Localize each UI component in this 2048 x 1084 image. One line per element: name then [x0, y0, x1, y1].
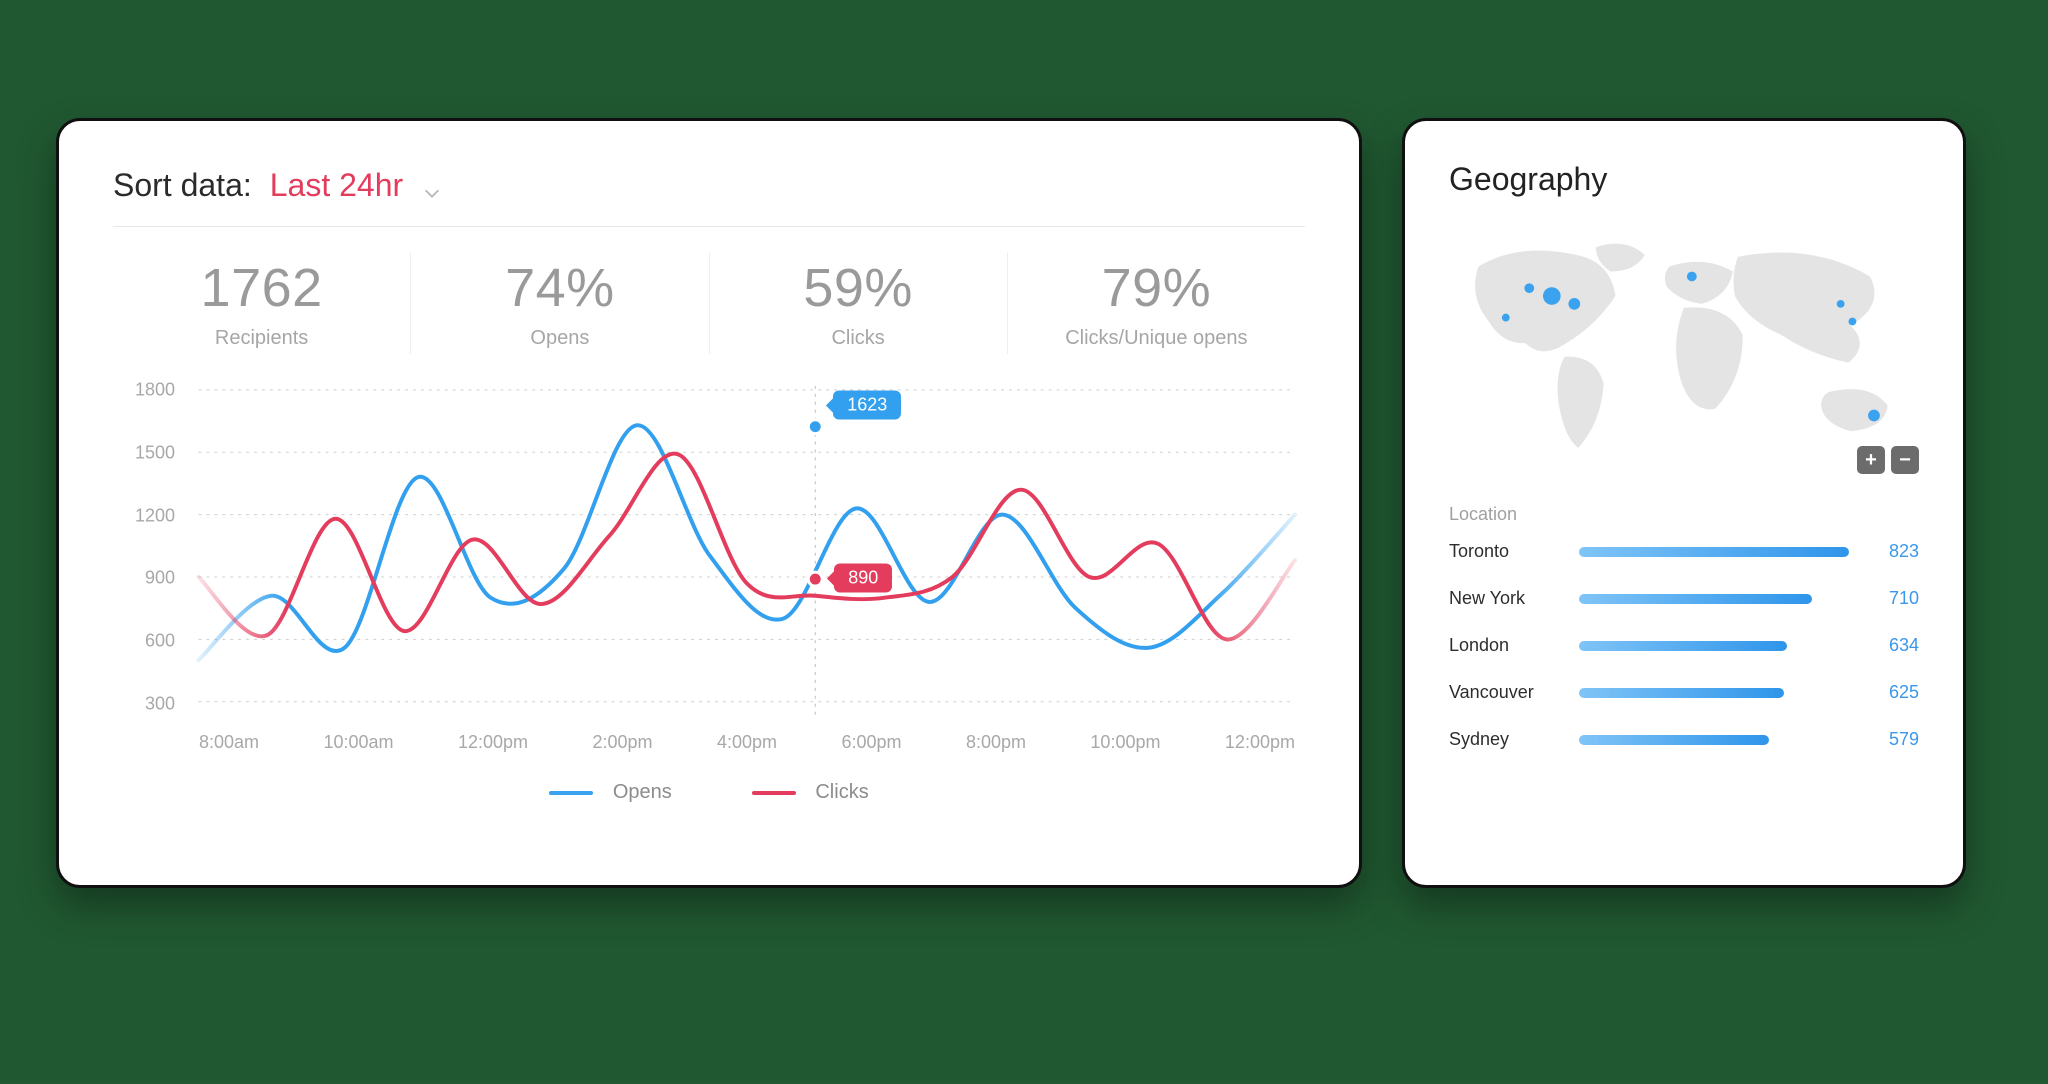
location-value: 634: [1867, 635, 1919, 656]
metric-value: 1762: [123, 257, 400, 319]
chevron-down-icon: [421, 175, 443, 197]
legend-opens: Opens: [549, 781, 672, 804]
metric-clicks: 59% Clicks: [709, 253, 1007, 354]
location-row[interactable]: Toronto 823: [1449, 541, 1919, 562]
line-chart[interactable]: 300600900120015001800 1623 890: [113, 372, 1305, 722]
location-bar: [1579, 594, 1849, 604]
location-row[interactable]: New York 710: [1449, 588, 1919, 609]
legend-swatch-red: [752, 791, 796, 795]
location-row[interactable]: London 634: [1449, 635, 1919, 656]
location-list: Toronto 823 New York 710 London 634 Vancouver 6…: [1449, 541, 1919, 750]
location-name: Vancouver: [1449, 682, 1561, 703]
x-tick: 6:00pm: [841, 732, 901, 753]
location-value: 823: [1867, 541, 1919, 562]
location-value: 579: [1867, 729, 1919, 750]
sort-dropdown[interactable]: Sort data: Last 24hr: [113, 167, 1305, 227]
x-tick: 8:00pm: [966, 732, 1026, 753]
legend-label: Clicks: [815, 781, 868, 803]
zoom-in-button[interactable]: +: [1857, 446, 1885, 474]
location-value: 625: [1867, 682, 1919, 703]
metric-label: Opens: [421, 327, 698, 350]
geography-title: Geography: [1449, 161, 1919, 198]
location-name: Toronto: [1449, 541, 1561, 562]
chart-legend: Opens Clicks: [113, 781, 1305, 804]
location-bar: [1579, 735, 1849, 745]
location-value: 710: [1867, 588, 1919, 609]
zoom-out-button[interactable]: −: [1891, 446, 1919, 474]
x-tick: 10:00am: [323, 732, 393, 753]
x-tick: 4:00pm: [717, 732, 777, 753]
tooltip-clicks: 890: [834, 564, 892, 593]
location-row[interactable]: Vancouver 625: [1449, 682, 1919, 703]
legend-clicks: Clicks: [752, 781, 869, 804]
location-name: Sydney: [1449, 729, 1561, 750]
metric-value: 59%: [720, 257, 997, 319]
metrics-row: 1762 Recipients 74% Opens 59% Clicks 79%…: [113, 253, 1305, 354]
metric-value: 74%: [421, 257, 698, 319]
metric-label: Recipients: [123, 327, 400, 350]
location-bar: [1579, 641, 1849, 651]
metric-label: Clicks/Unique opens: [1018, 327, 1295, 350]
location-bar: [1579, 547, 1849, 557]
geography-card: Geography: [1402, 118, 1966, 888]
location-header: Location: [1449, 504, 1919, 525]
x-tick: 2:00pm: [592, 732, 652, 753]
metric-label: Clicks: [720, 327, 997, 350]
x-tick: 8:00am: [199, 732, 259, 753]
metric-value: 79%: [1018, 257, 1295, 319]
location-row[interactable]: Sydney 579: [1449, 729, 1919, 750]
x-tick: 10:00pm: [1090, 732, 1160, 753]
sort-value: Last 24hr: [270, 167, 403, 204]
metric-ctr: 79% Clicks/Unique opens: [1007, 253, 1305, 354]
x-tick: 12:00pm: [458, 732, 528, 753]
analytics-card: Sort data: Last 24hr 1762 Recipients 74%…: [56, 118, 1362, 888]
legend-swatch-blue: [549, 791, 593, 795]
location-name: New York: [1449, 588, 1561, 609]
legend-label: Opens: [613, 781, 672, 803]
sort-label: Sort data:: [113, 167, 252, 204]
tooltip-opens: 1623: [833, 391, 901, 420]
world-map[interactable]: + −: [1449, 220, 1919, 470]
metric-opens: 74% Opens: [410, 253, 708, 354]
location-name: London: [1449, 635, 1561, 656]
x-tick: 12:00pm: [1225, 732, 1295, 753]
map-zoom-controls: + −: [1857, 446, 1919, 474]
metric-recipients: 1762 Recipients: [113, 253, 410, 354]
x-axis: 8:00am 10:00am 12:00pm 2:00pm 4:00pm 6:00pm 8:…: [113, 732, 1305, 753]
location-bar: [1579, 688, 1849, 698]
